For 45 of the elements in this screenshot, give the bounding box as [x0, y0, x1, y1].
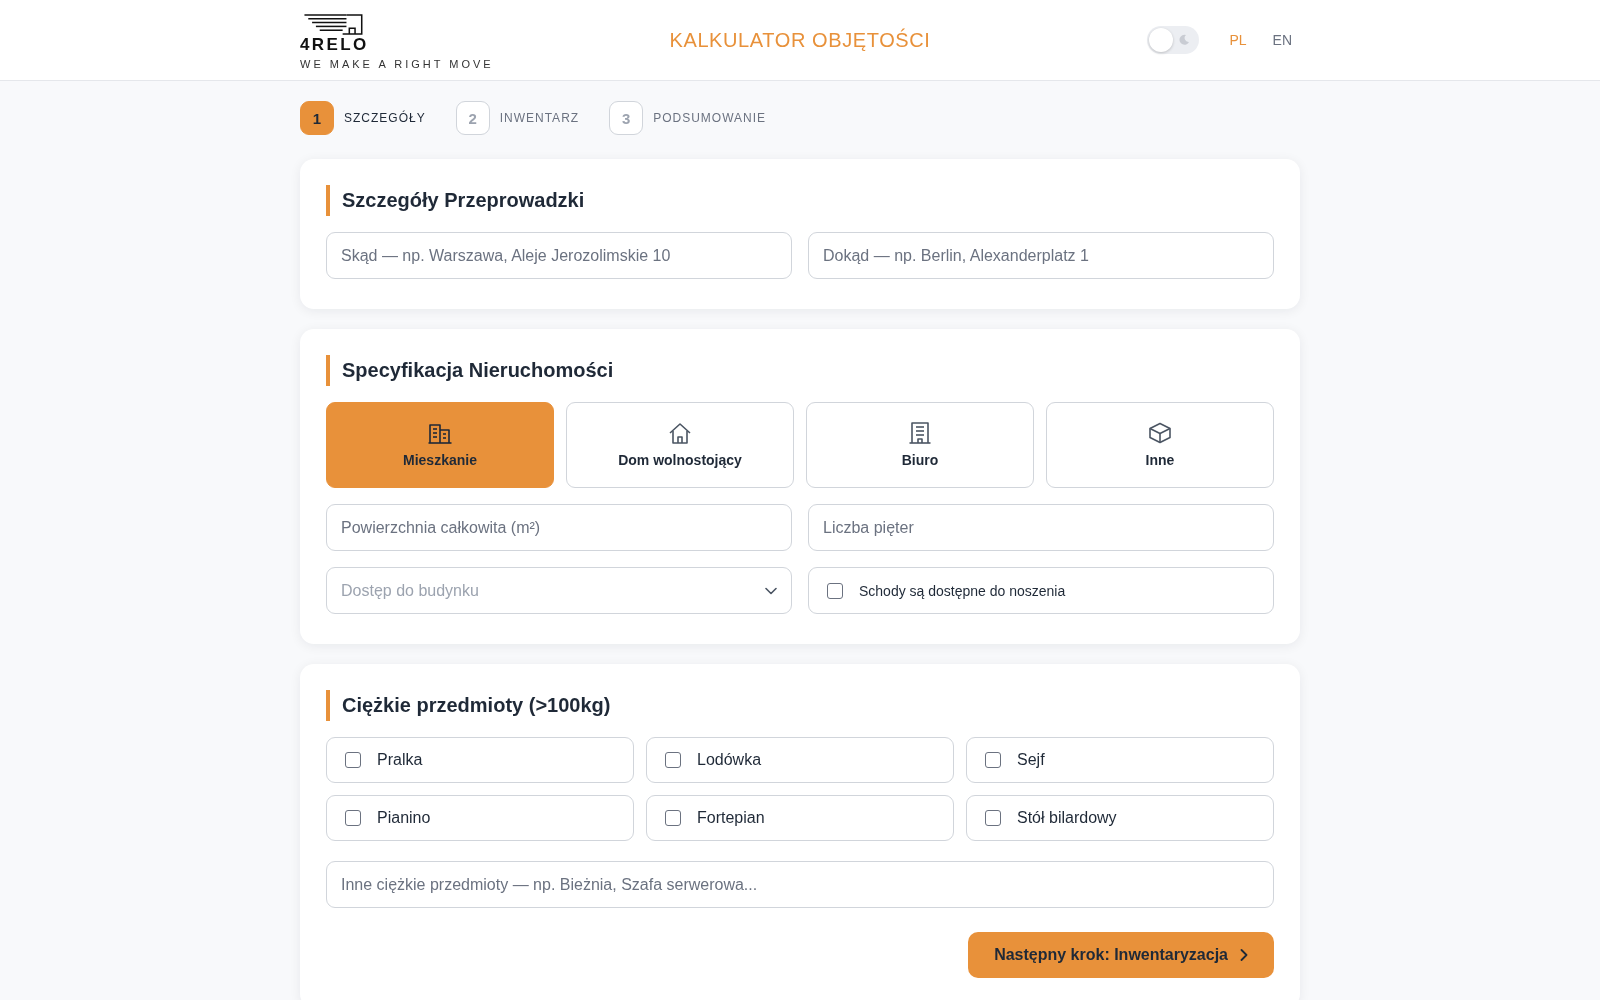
logo-tagline: WE MAKE A RIGHT MOVE [300, 57, 494, 71]
office-building-icon [908, 422, 932, 444]
checkbox[interactable] [985, 752, 1001, 768]
checkbox[interactable] [985, 810, 1001, 826]
area-field[interactable]: Powierzchnia całkowita (m²) [326, 504, 792, 551]
checkbox[interactable] [665, 752, 681, 768]
property-type-option[interactable]: Inne [1046, 402, 1274, 488]
property-type-option[interactable]: Mieszkanie [326, 402, 554, 488]
step-number: 2 [455, 101, 490, 135]
chevron-down-icon [765, 586, 777, 595]
step-number: 1 [300, 101, 334, 135]
theme-toggle[interactable] [1147, 26, 1200, 54]
property-type-option[interactable]: Dom wolnostojący [566, 402, 794, 488]
heavy-item-option[interactable]: Lodówka [646, 737, 954, 783]
stairs-option[interactable]: Schody są dostępne do noszenia [808, 567, 1274, 614]
checkbox[interactable] [345, 810, 361, 826]
cube-icon [1148, 422, 1172, 444]
language-option[interactable]: EN [1264, 28, 1300, 52]
section-title: Specyfikacja Nieruchomości [326, 355, 1274, 386]
heavy-item-option[interactable]: Sejf [966, 737, 1274, 783]
next-step-button[interactable]: Następny krok: Inwentaryzacja [968, 932, 1274, 978]
checkbox[interactable] [827, 582, 843, 599]
moon-icon [1178, 34, 1191, 46]
step-number: 3 [609, 101, 644, 135]
logo-wordmark: 4RELO [300, 35, 369, 54]
checkbox[interactable] [345, 752, 361, 768]
step-label: PODSUMOWANIE [653, 111, 767, 125]
heavy-item-option[interactable]: Pianino [326, 795, 634, 841]
heavy-item-option[interactable]: Fortepian [646, 795, 954, 841]
apartment-building-icon [428, 422, 452, 444]
step-label: SZCZEGÓŁY [344, 111, 426, 125]
property-type-option[interactable]: Biuro [806, 402, 1034, 488]
house-icon [668, 422, 692, 444]
section-title: Ciężkie przedmioty (>100kg) [326, 690, 1274, 721]
origin-field[interactable]: Skąd — np. Warszawa, Aleje Jerozolimskie 10 [326, 232, 792, 279]
step-label: INWENTARZ [499, 111, 580, 125]
heavy-item-option[interactable]: Stół bilardowy [966, 795, 1274, 841]
app-title: KALKULATOR OBJĘTOŚCI [669, 28, 931, 52]
floors-field[interactable]: Liczba pięter [808, 504, 1274, 551]
section-title: Szczegóły Przeprowadzki [326, 185, 1274, 216]
checkbox[interactable] [665, 810, 681, 826]
heavy-item-option[interactable]: Pralka [326, 737, 634, 783]
other-heavy-items-field[interactable]: Inne ciężkie przedmioty — np. Bieżnia, Szafa serwerowa... [326, 861, 1274, 908]
chevron-right-icon [1240, 949, 1248, 961]
destination-field[interactable]: Dokąd — np. Berlin, Alexanderplatz 1 [808, 232, 1274, 279]
